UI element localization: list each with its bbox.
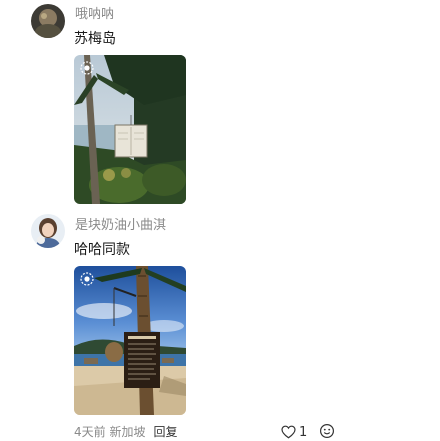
heart-icon bbox=[281, 425, 296, 439]
comment-username[interactable]: 哦呐呐 bbox=[75, 7, 114, 23]
emoji-reaction-icon[interactable] bbox=[319, 423, 335, 439]
comment-text: 苏梅岛 bbox=[74, 31, 116, 47]
comment-username[interactable]: 是块奶油小曲淇 bbox=[75, 218, 166, 234]
avatar-onana[interactable] bbox=[31, 4, 65, 38]
comment-photo[interactable] bbox=[74, 55, 186, 204]
comment-text: 哈哈同款 bbox=[74, 242, 130, 258]
comment-photo[interactable] bbox=[74, 266, 186, 415]
reply-button[interactable]: 回复 bbox=[153, 425, 177, 439]
comment-time-location: 4天前 新加坡 bbox=[74, 425, 146, 439]
like-button[interactable]: 1 bbox=[281, 423, 307, 441]
comment-meta: 4天前 新加坡 回复 bbox=[74, 424, 177, 440]
live-photo-icon bbox=[80, 272, 94, 286]
avatar-girl[interactable] bbox=[31, 214, 65, 248]
live-photo-icon bbox=[80, 61, 94, 75]
like-count: 1 bbox=[299, 424, 308, 440]
